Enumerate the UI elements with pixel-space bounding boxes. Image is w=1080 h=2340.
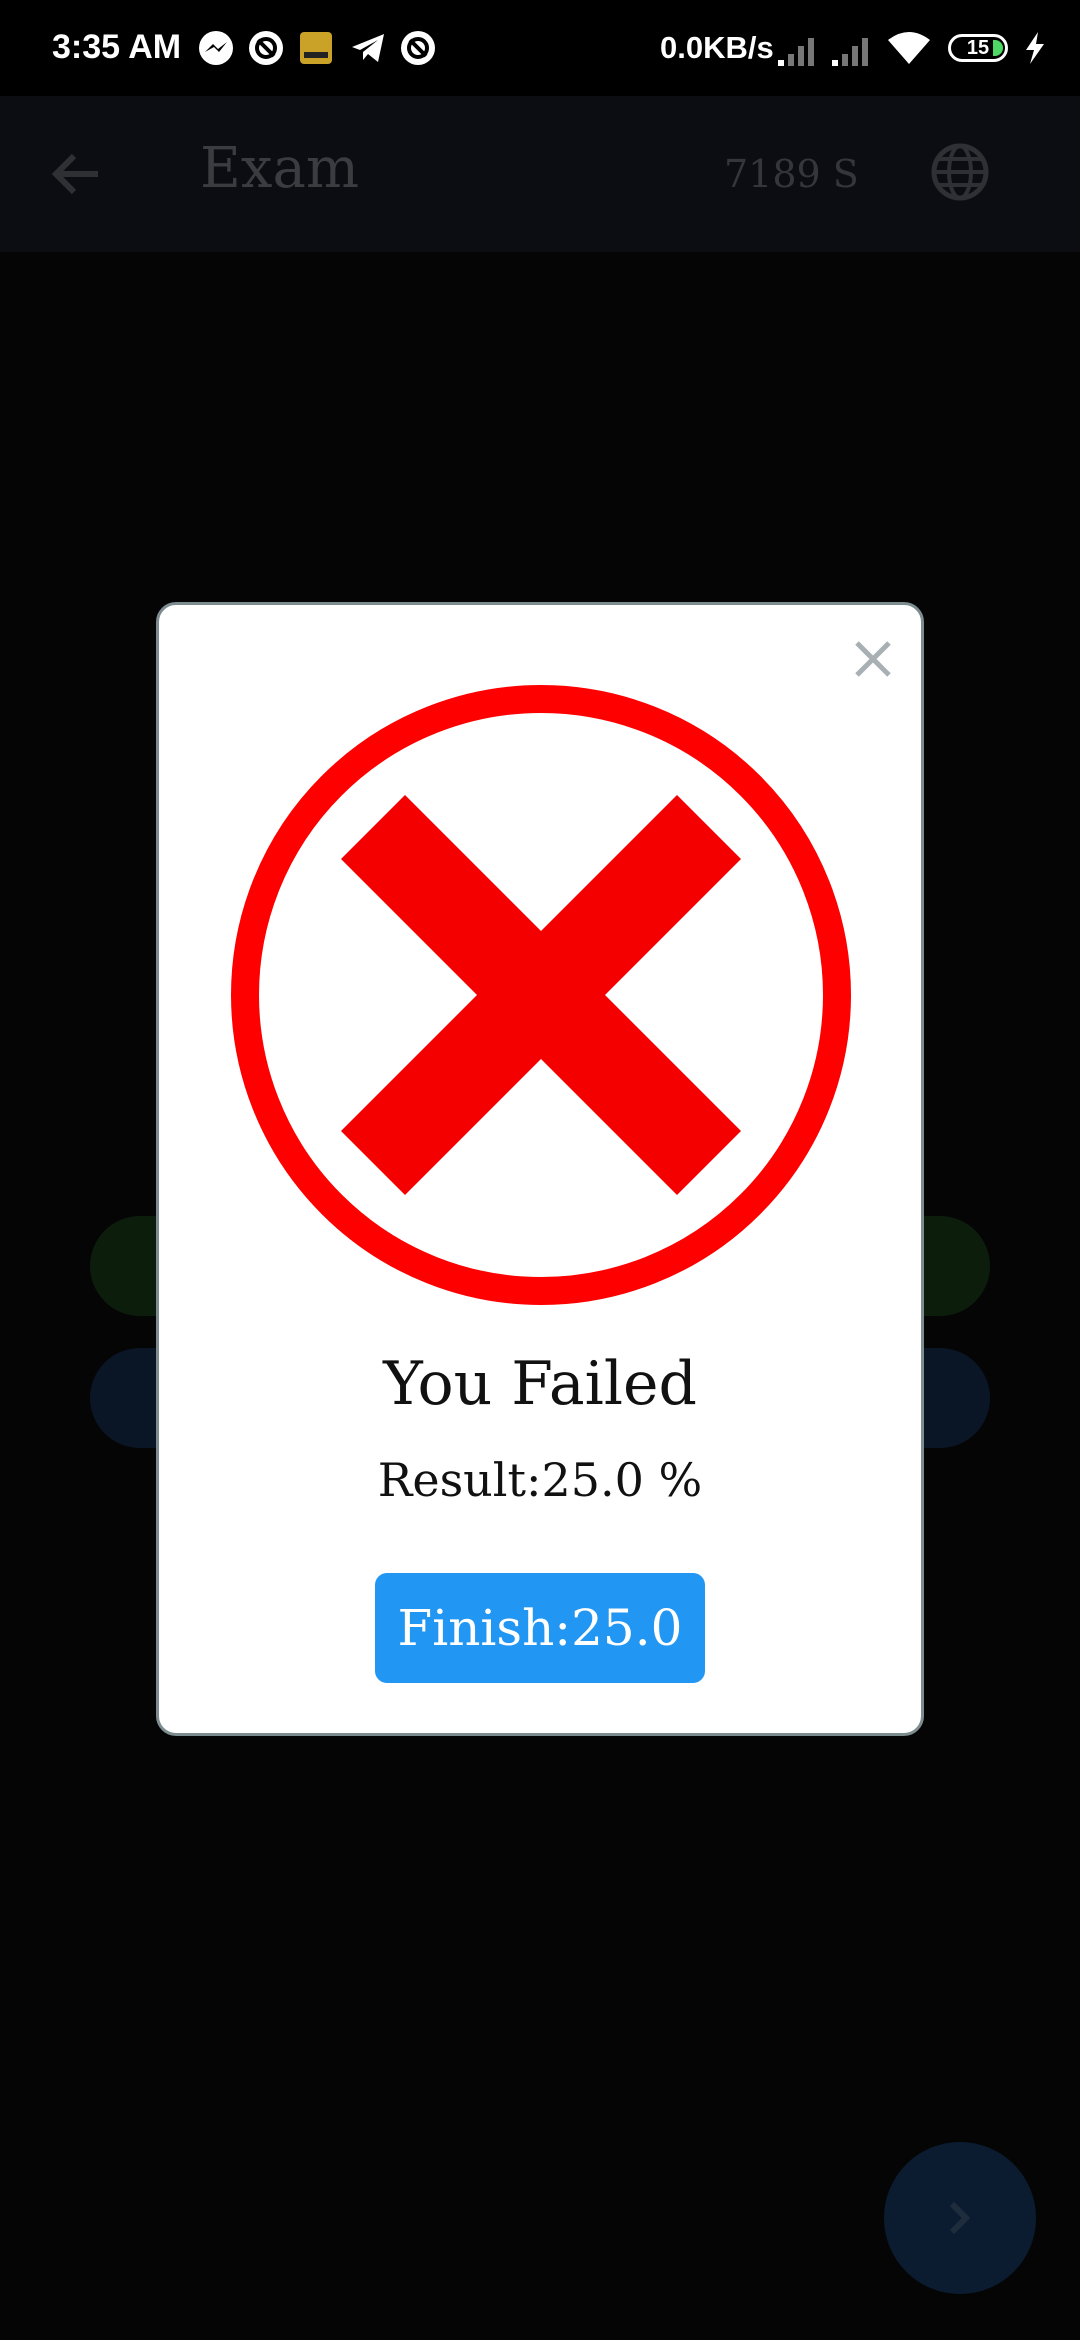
- close-icon[interactable]: [849, 635, 897, 683]
- wifi-icon: [888, 32, 930, 64]
- status-time: 3:35 AM: [52, 28, 182, 66]
- messenger-icon: [199, 31, 233, 65]
- battery-icon: 15: [948, 34, 1008, 62]
- page-title: Exam: [200, 136, 359, 201]
- battery-fill: [993, 40, 1003, 56]
- game-icon: [300, 32, 332, 64]
- vpn-icon: [249, 31, 283, 65]
- result-dialog: You Failed Result:25.0 % Finish:25.0: [156, 602, 924, 1736]
- charging-icon: [1026, 32, 1044, 64]
- vpn-icon: [401, 31, 435, 65]
- battery-level: 15: [966, 37, 990, 59]
- fail-x-circle-icon: [231, 685, 851, 1305]
- chevron-right-icon: [949, 2201, 971, 2235]
- result-score: Result:25.0 %: [377, 1453, 703, 1507]
- telegram-icon: [352, 34, 384, 62]
- result-title: You Failed: [383, 1349, 697, 1419]
- status-bar: 3:35 AM 0.0KB/s 15: [0, 0, 1080, 96]
- finish-button[interactable]: Finish:25.0: [375, 1573, 705, 1683]
- app-bar: Exam 7189 S: [0, 96, 1080, 252]
- globe-icon[interactable]: [930, 142, 990, 202]
- network-speed: 0.0KB/s: [660, 30, 774, 65]
- back-arrow-icon[interactable]: [48, 146, 104, 202]
- next-button[interactable]: [884, 2142, 1036, 2294]
- signal-icon: [778, 38, 814, 66]
- signal-icon: [832, 38, 868, 66]
- timer-text: 7189 S: [724, 152, 859, 196]
